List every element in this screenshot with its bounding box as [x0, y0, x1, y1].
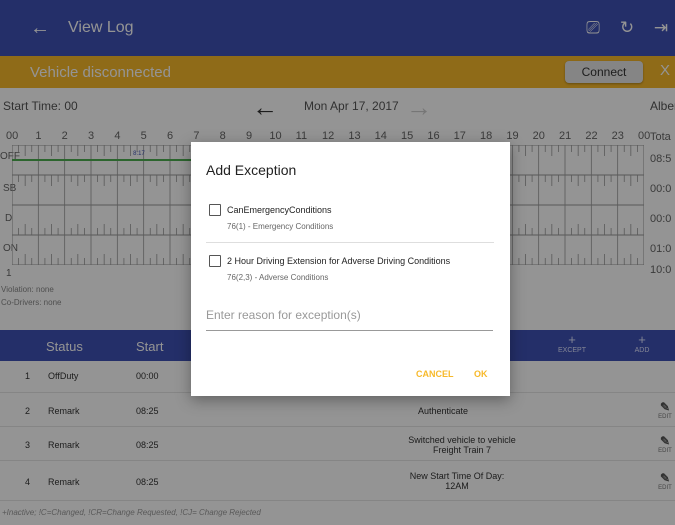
option-code: 76(2,3) - Adverse Conditions — [227, 273, 329, 282]
reason-input-underline — [206, 330, 493, 331]
option-name: CanEmergencyConditions — [227, 205, 332, 215]
reason-input[interactable]: Enter reason for exception(s) — [206, 308, 361, 322]
exception-option-adverse[interactable]: 2 Hour Driving Extension for Adverse Dri… — [206, 255, 496, 287]
option-name: 2 Hour Driving Extension for Adverse Dri… — [227, 256, 451, 266]
cancel-button[interactable]: CANCEL — [416, 369, 454, 379]
checkbox[interactable] — [209, 204, 221, 216]
ok-button[interactable]: OK — [474, 369, 488, 379]
divider — [206, 242, 494, 243]
dialog-title: Add Exception — [206, 162, 297, 178]
option-code: 76(1) - Emergency Conditions — [227, 222, 334, 231]
exception-option-emergency[interactable]: CanEmergencyConditions 76(1) - Emergency… — [206, 204, 496, 236]
add-exception-dialog: Add Exception CanEmergencyConditions 76(… — [191, 142, 510, 396]
checkbox[interactable] — [209, 255, 221, 267]
